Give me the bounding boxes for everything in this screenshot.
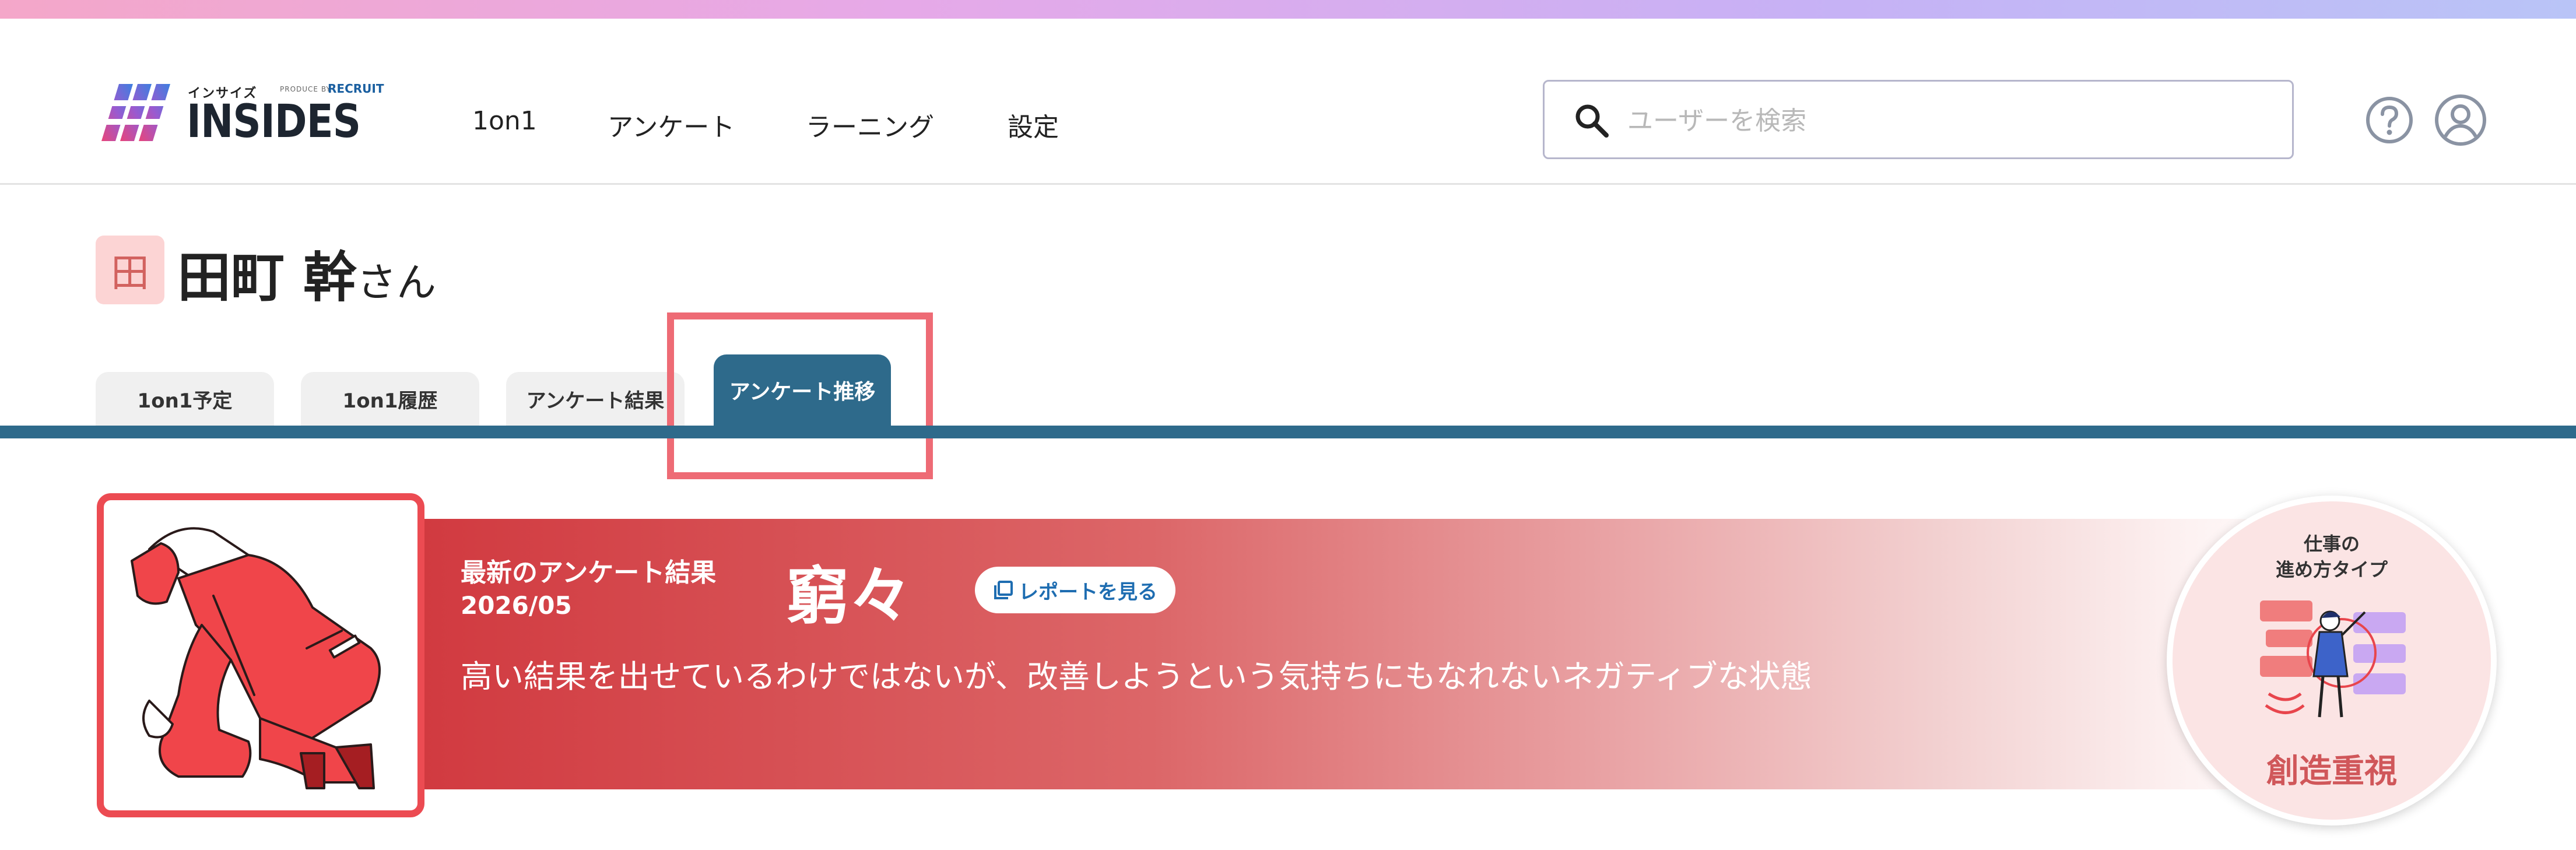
view-report-button[interactable]: レポートを見る [975, 567, 1175, 613]
user-name-suffix: さん [357, 260, 437, 306]
insides-logo[interactable]: インサイズ PRODUCE BY RECRUIT INSIDES [99, 65, 384, 153]
logo-produce-by: PRODUCE BY [280, 85, 331, 93]
search-icon [1575, 104, 1609, 138]
account-icon[interactable] [2434, 93, 2487, 147]
tab-1on1-history[interactable]: 1on1履歴 [301, 372, 479, 426]
latest-result-date: 2026/05 [461, 591, 572, 620]
nav-learning[interactable]: ラーニング [806, 106, 934, 143]
tab-underline [0, 426, 2576, 438]
user-name: 田町 幹 [177, 247, 357, 309]
tab-survey-results[interactable]: アンケート結果 [506, 372, 685, 426]
result-description: 高い結果を出せているわけではないが、改善しようという気持ちにもなれないネガティブ… [461, 658, 1812, 695]
view-report-label: レポートを見る [1019, 580, 1157, 604]
user-name-heading: 田町 幹さん [177, 234, 436, 312]
latest-result-label: 最新のアンケート結果 [461, 558, 717, 588]
search-input[interactable] [1626, 96, 2270, 146]
insides-logo-mark-icon [99, 84, 171, 141]
tab-1on1-schedule[interactable]: 1on1予定 [96, 372, 274, 426]
work-type-label-line2: 進め方タイプ [2275, 559, 2388, 581]
copy-icon [994, 581, 1013, 599]
highlight-box [667, 312, 933, 479]
work-type-name: 創造重視 [2266, 753, 2397, 791]
result-title: 窮々 [786, 560, 913, 633]
nav-1on1[interactable]: 1on1 [472, 106, 537, 136]
result-illustration [97, 493, 424, 817]
work-style-type-badge[interactable]: 仕事の 進め方タイプ 創造重視 [2167, 496, 2497, 826]
creative-type-illustration [2260, 600, 2406, 718]
nav-survey[interactable]: アンケート [608, 106, 735, 143]
nav-settings[interactable]: 設定 [1008, 106, 1059, 143]
app-header: インサイズ PRODUCE BY RECRUIT INSIDES 1on1 アン… [0, 19, 2576, 185]
user-search-box[interactable] [1543, 80, 2294, 159]
logo-recruit: RECRUIT [328, 82, 384, 96]
work-type-label-line1: 仕事の [2303, 533, 2360, 555]
logo-wordmark: INSIDES [187, 96, 361, 148]
top-gradient-bar [0, 0, 2576, 19]
help-icon[interactable] [2365, 96, 2414, 145]
user-avatar: 田 [96, 236, 164, 304]
kneeling-person-illustration [131, 527, 381, 789]
